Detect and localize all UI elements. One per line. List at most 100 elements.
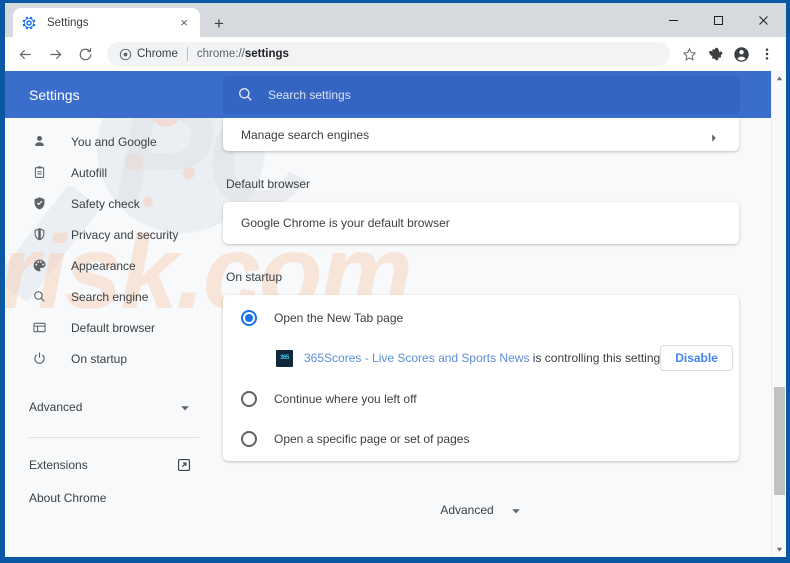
three-dot-menu-icon[interactable] xyxy=(754,41,780,67)
new-tab-button[interactable]: + xyxy=(208,12,230,34)
extension-favicon-icon: 365 xyxy=(276,349,293,367)
default-browser-status: Google Chrome is your default browser xyxy=(241,216,450,230)
page-scrollbar[interactable] xyxy=(771,71,786,557)
maximize-icon[interactable] xyxy=(696,3,741,37)
radio-label: Open a specific page or set of pages xyxy=(274,432,470,446)
close-icon[interactable]: × xyxy=(176,15,192,31)
settings-main-content: Manage search engines Default browser Go… xyxy=(223,118,786,557)
sidebar-item-label: On startup xyxy=(71,351,128,366)
back-arrow-icon[interactable] xyxy=(11,40,39,68)
minimize-icon[interactable] xyxy=(651,3,696,37)
palette-icon xyxy=(29,256,49,276)
extension-favicon-text: 365 xyxy=(280,355,289,361)
scrollbar-thumb[interactable] xyxy=(774,387,785,495)
section-title-on-startup: On startup xyxy=(226,270,283,284)
sidebar-item-advanced[interactable]: Advanced xyxy=(5,390,223,423)
page-title: Settings xyxy=(29,86,80,103)
magnifier-icon xyxy=(29,287,49,307)
radio-label: Open the New Tab page xyxy=(274,311,404,325)
sidebar-item-label: Safety check xyxy=(71,196,140,211)
close-icon[interactable] xyxy=(741,3,786,37)
sidebar-item-you-and-google[interactable]: You and Google xyxy=(5,126,223,157)
forward-arrow-icon[interactable] xyxy=(41,40,69,68)
browser-tab-settings[interactable]: Settings × xyxy=(13,8,200,37)
power-icon xyxy=(29,349,49,369)
radio-label: Continue where you left off xyxy=(274,392,417,406)
manage-search-engines-row[interactable]: Manage search engines xyxy=(223,118,739,151)
sidebar-item-on-startup[interactable]: On startup xyxy=(5,343,223,374)
sidebar-item-label: Appearance xyxy=(71,258,136,273)
puzzle-icon[interactable] xyxy=(702,41,728,67)
window-controls xyxy=(651,3,786,37)
chrome-icon xyxy=(119,48,132,61)
address-bar[interactable]: Chrome chrome://settings xyxy=(107,42,670,66)
shield-check-icon xyxy=(29,194,49,214)
radio-button[interactable] xyxy=(241,310,257,326)
settings-sidebar: You and Google Autofill Safety check Pri… xyxy=(5,118,223,557)
startup-option-continue[interactable]: Continue where you left off xyxy=(223,381,739,417)
sidebar-item-safety-check[interactable]: Safety check xyxy=(5,188,223,219)
section-title-default-browser: Default browser xyxy=(226,177,311,191)
search-icon xyxy=(237,86,254,103)
search-input[interactable]: Search settings xyxy=(268,88,351,102)
radio-button[interactable] xyxy=(241,431,257,447)
url-path: settings xyxy=(244,48,289,60)
sidebar-item-search-engine[interactable]: Search engine xyxy=(5,281,223,312)
star-icon[interactable] xyxy=(676,41,702,67)
disable-button[interactable]: Disable xyxy=(660,345,733,371)
sidebar-item-label: You and Google xyxy=(71,134,157,149)
sidebar-advanced-label: Advanced xyxy=(29,399,83,414)
browser-toolbar: Chrome chrome://settings xyxy=(5,37,786,71)
extension-control-notice: 365 365Scores - Live Scores and Sports N… xyxy=(223,335,739,381)
settings-page: PC risk.com Settings Search settings You… xyxy=(5,71,786,557)
extension-control-text: 365Scores - Live Scores and Sports News … xyxy=(304,351,660,365)
external-link-icon xyxy=(177,458,191,472)
profile-avatar-icon[interactable] xyxy=(728,41,754,67)
startup-option-specific-page[interactable]: Open a specific page or set of pages xyxy=(223,417,739,461)
window-inner: Settings × + Chrome chrome://settings PC… xyxy=(5,3,786,557)
default-browser-card: Google Chrome is your default browser xyxy=(223,202,739,244)
sidebar-item-privacy-and-security[interactable]: Privacy and security xyxy=(5,219,223,250)
person-icon xyxy=(29,132,49,152)
clipboard-icon xyxy=(29,163,49,183)
on-startup-card: Open the New Tab page 365 365Scores - Li… xyxy=(223,295,739,461)
scroll-up-arrow-icon[interactable] xyxy=(772,71,786,86)
chevron-down-icon xyxy=(179,401,191,413)
tab-title: Settings xyxy=(47,16,89,29)
omnibox-origin-chip: Chrome xyxy=(119,48,178,61)
omnibox-chip-label: Chrome xyxy=(137,48,178,60)
sidebar-item-extensions[interactable]: Extensions xyxy=(5,448,223,481)
extension-link[interactable]: 365Scores - Live Scores and Sports News xyxy=(304,351,529,365)
browser-window-icon xyxy=(29,318,49,338)
browser-window: Settings × + Chrome chrome://settings PC… xyxy=(0,0,790,563)
search-settings-box[interactable]: Search settings xyxy=(223,75,740,114)
sidebar-item-label: About Chrome xyxy=(29,490,107,505)
sidebar-item-about-chrome[interactable]: About Chrome xyxy=(5,481,223,514)
sidebar-item-label: Extensions xyxy=(29,457,88,472)
settings-header-bar: Settings Search settings xyxy=(5,71,786,118)
advanced-expander[interactable]: Advanced xyxy=(223,461,739,517)
sidebar-divider xyxy=(29,437,199,438)
radio-button[interactable] xyxy=(241,391,257,407)
sidebar-item-default-browser[interactable]: Default browser xyxy=(5,312,223,343)
sidebar-item-label: Default browser xyxy=(71,320,156,335)
shield-icon xyxy=(29,225,49,245)
extension-control-suffix: is controlling this setting xyxy=(529,351,661,365)
settings-body: You and Google Autofill Safety check Pri… xyxy=(5,118,786,557)
sidebar-item-label: Search engine xyxy=(71,289,149,304)
row-label: Manage search engines xyxy=(241,127,370,142)
sidebar-item-label: Autofill xyxy=(71,165,108,180)
omnibox-divider xyxy=(186,47,188,61)
sidebar-item-label: Privacy and security xyxy=(71,227,179,242)
chevron-down-icon xyxy=(510,504,522,516)
url-prefix: chrome:// xyxy=(196,48,245,60)
sidebar-item-appearance[interactable]: Appearance xyxy=(5,250,223,281)
tab-strip: Settings × + xyxy=(5,3,786,37)
scroll-down-arrow-icon[interactable] xyxy=(772,542,786,557)
reload-icon[interactable] xyxy=(71,40,99,68)
chevron-right-icon xyxy=(709,130,719,142)
startup-option-new-tab[interactable]: Open the New Tab page xyxy=(223,295,739,335)
gear-icon xyxy=(21,15,37,31)
address-bar-url: chrome://settings xyxy=(197,48,289,60)
sidebar-item-autofill[interactable]: Autofill xyxy=(5,157,223,188)
